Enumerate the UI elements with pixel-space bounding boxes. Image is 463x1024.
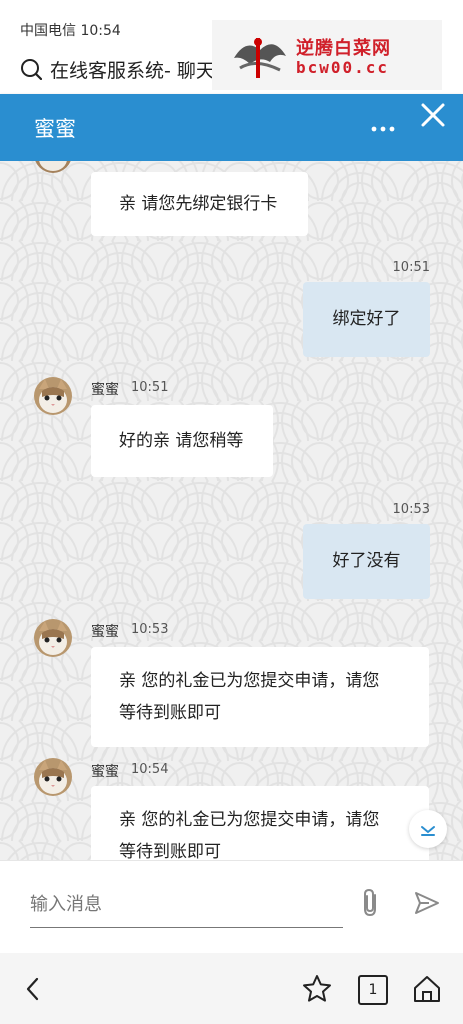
avatar [34,758,72,796]
more-icon[interactable] [368,114,398,144]
message-time: 10:51 [392,260,430,275]
message-composer [0,860,463,954]
avatar [34,377,72,415]
message-bubble: 亲 请您先绑定银行卡 [91,172,308,236]
message-time: 10:53 [392,502,430,517]
page-title[interactable]: 在线客服系统- 聊天 [50,56,220,83]
message-text-line: 亲 您的礼金已为您提交申请，请您 [119,671,380,691]
status-carrier-time: 中国电信 10:54 [20,23,121,39]
chat-header: 蜜蜜 [0,94,463,161]
message-bubble: 好的亲 请您稍等 [91,405,273,477]
message-sender: 蜜蜜 [91,624,119,640]
message-text: 绑定好了 [332,309,401,329]
chat-messages[interactable]: 亲 请您先绑定银行卡 10:51 绑定好了 蜜蜜 10:51 好的亲 请您稍等 … [0,161,463,860]
scroll-to-bottom-button[interactable] [409,810,447,848]
search-icon[interactable] [20,58,42,80]
star-icon[interactable] [301,973,333,1005]
message-time: 10:54 [131,762,169,777]
message-time: 10:51 [131,380,169,395]
send-icon[interactable] [413,889,441,917]
message-bubble-self: 好了没有 [303,524,430,599]
message-bubble: 亲 您的礼金已为您提交申请，请您 等待到账即可 [91,786,429,860]
message-text: 亲 请您先绑定银行卡 [119,194,278,214]
browser-bottom-nav: 1 [0,953,463,1024]
message-text-line: 等待到账即可 [119,842,221,860]
message-sender: 蜜蜜 [91,764,119,780]
message-input[interactable] [30,881,343,928]
message-bubble-self: 绑定好了 [303,282,430,357]
close-icon[interactable] [420,102,446,128]
watermark-text-domain: bcw00.cc [296,58,390,77]
message-text-line: 等待到账即可 [119,703,221,723]
chevron-down-icon [421,826,435,836]
message-text: 好的亲 请您稍等 [119,431,244,451]
message-sender: 蜜蜜 [91,382,119,398]
message-text-line: 亲 您的礼金已为您提交申请，请您 [119,810,380,830]
message-text: 好了没有 [332,551,401,571]
avatar [34,619,72,657]
tabs-button[interactable]: 1 [358,975,390,1007]
watermark-logo: 逆腾白菜网 bcw00.cc [212,20,442,90]
tabs-icon: 1 [358,975,388,1005]
back-icon[interactable] [18,973,50,1005]
home-icon[interactable] [411,973,443,1005]
dragon-logo-icon [234,38,286,78]
chat-title: 蜜蜜 [34,117,76,141]
watermark-text-cn: 逆腾白菜网 [296,38,391,59]
message-bubble: 亲 您的礼金已为您提交申请，请您 等待到账即可 [91,647,429,747]
paperclip-icon[interactable] [358,887,384,919]
message-time: 10:53 [131,622,169,637]
